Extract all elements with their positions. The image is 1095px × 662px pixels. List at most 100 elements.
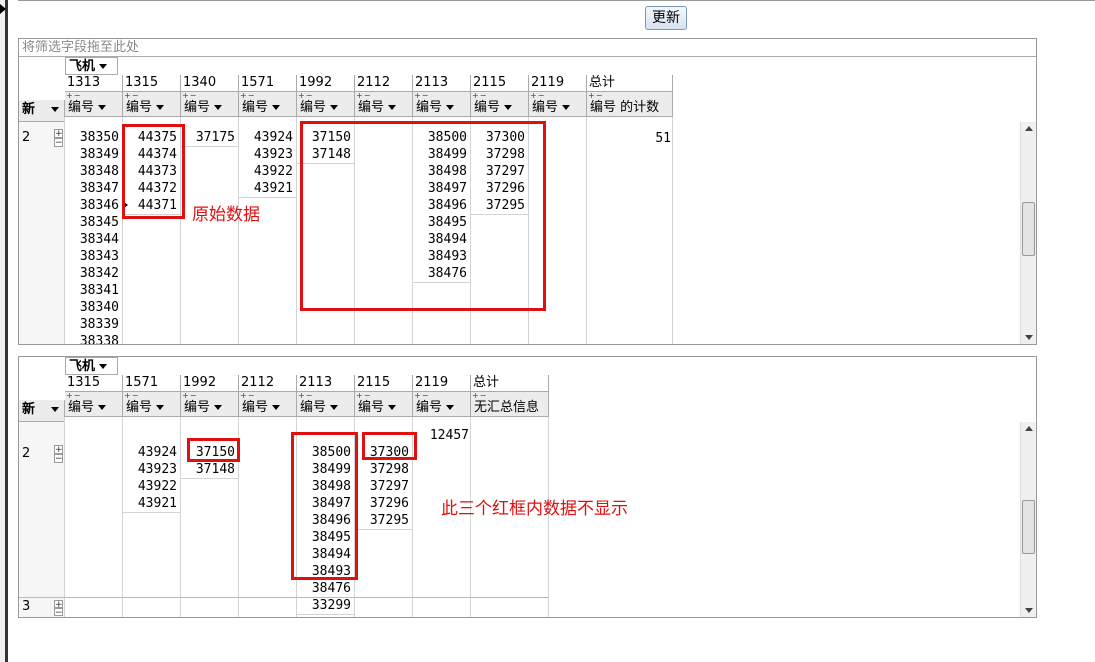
column-value-2113[interactable]: 2113 — [413, 75, 471, 92]
expand-icon[interactable]: + — [54, 129, 63, 139]
scroll-down-icon[interactable] — [1025, 608, 1033, 613]
column-value-2119[interactable]: 2119 — [529, 75, 587, 92]
scroll-thumb[interactable] — [1022, 500, 1035, 554]
cell-value: 38347 — [79, 181, 119, 196]
expand-collapse-icon[interactable]: +− — [297, 92, 354, 100]
data-field-button[interactable]: 编号 — [471, 99, 528, 117]
chevron-down-icon — [272, 105, 281, 110]
data-field-button[interactable]: 编号 — [181, 399, 238, 417]
cell-value: 43924 — [253, 130, 293, 145]
column-header-cell: +− 编号 — [181, 92, 239, 117]
red-highlight-box — [187, 438, 240, 462]
data-field-button[interactable]: 编号 — [65, 99, 122, 117]
column-value-2113[interactable]: 2113 — [297, 375, 355, 392]
column-value-1992[interactable]: 1992 — [297, 75, 355, 92]
column-field-aircraft[interactable]: 飞机 — [65, 357, 118, 375]
data-field-button[interactable]: 编号 — [297, 99, 354, 117]
cell-value: 38338 — [79, 334, 119, 345]
row-header-column — [19, 122, 65, 344]
data-field-label: 编号 — [300, 400, 327, 415]
scroll-down-icon[interactable] — [1025, 335, 1033, 340]
expand-collapse-icon[interactable]: +− — [529, 92, 586, 100]
cell-value: 38341 — [79, 283, 119, 298]
expand-collapse-icon[interactable]: +− — [413, 392, 470, 400]
cell-value: 37297 — [369, 479, 409, 494]
expand-collapse-icon[interactable]: +− — [471, 92, 528, 100]
expand-collapse-icon[interactable]: +− — [181, 92, 238, 100]
expand-collapse-icon[interactable]: +− — [587, 92, 672, 100]
row-field-new[interactable]: 新 — [19, 400, 65, 422]
column-value-1992[interactable]: 1992 — [181, 375, 239, 392]
expand-collapse-icon[interactable]: +− — [355, 392, 412, 400]
filter-drop-zone[interactable]: 将筛选字段拖至此处 — [19, 39, 1036, 57]
expand-collapse-icon[interactable]: +− — [355, 92, 412, 100]
scroll-up-icon[interactable] — [1025, 426, 1033, 431]
collapse-icon[interactable]: − — [54, 138, 63, 148]
vertical-scrollbar[interactable] — [1020, 122, 1036, 344]
cell-group-divider — [181, 146, 238, 147]
data-field-label: 编号 — [358, 400, 385, 415]
column-field-aircraft[interactable]: 飞机 — [65, 57, 118, 75]
expand-collapse-icon[interactable]: +− — [65, 392, 122, 400]
column-value-2112[interactable]: 2112 — [355, 75, 413, 92]
column-value-1571[interactable]: 1571 — [239, 75, 297, 92]
grand-total-header: 总计 — [471, 375, 549, 392]
cell-value: 38342 — [79, 266, 119, 281]
cell-group-divider — [355, 529, 412, 530]
data-field-button[interactable]: 编号 — [529, 99, 586, 117]
data-field-button[interactable]: 编号 — [355, 399, 412, 417]
column-header-cell: +− 编号 — [413, 92, 471, 117]
data-field-label: 编号 — [68, 400, 95, 415]
chevron-down-icon — [388, 405, 397, 410]
column-value-1315[interactable]: 1315 — [123, 75, 181, 92]
column-value-2119[interactable]: 2119 — [413, 375, 471, 392]
expand-icon[interactable]: + — [54, 445, 63, 455]
column-header-cell: +− 编号 — [123, 92, 181, 117]
row-field-new[interactable]: 新 — [19, 100, 65, 122]
column-value-2115[interactable]: 2115 — [471, 75, 529, 92]
expand-collapse-icon[interactable]: +− — [181, 392, 238, 400]
row-field-label: 新 — [22, 102, 36, 117]
expand-collapse-icon[interactable]: +− — [65, 92, 122, 100]
grid-line — [672, 117, 673, 344]
data-field-button[interactable]: 编号 — [355, 99, 412, 117]
data-field-button[interactable]: 编号 — [123, 99, 180, 117]
expand-collapse-icon[interactable]: +− — [413, 92, 470, 100]
data-field-button[interactable]: 编号 — [239, 399, 296, 417]
data-field-button[interactable]: 编号 — [239, 99, 296, 117]
annotation-not-displayed: 此三个红框内数据不显示 — [441, 499, 628, 519]
collapse-icon[interactable]: − — [54, 454, 63, 464]
expand-collapse-icon[interactable]: +− — [123, 392, 180, 400]
data-field-label: 编号 — [126, 100, 153, 115]
expand-collapse-icon[interactable]: +− — [239, 392, 296, 400]
data-field-button[interactable]: 编号 — [181, 99, 238, 117]
expand-collapse-icon[interactable]: +− — [239, 92, 296, 100]
data-field-button[interactable]: 编号 — [413, 399, 470, 417]
column-value-1571[interactable]: 1571 — [123, 375, 181, 392]
cell-value: 38345 — [79, 215, 119, 230]
update-button[interactable]: 更新 — [645, 6, 687, 30]
column-value-2112[interactable]: 2112 — [239, 375, 297, 392]
column-value-1315[interactable]: 1315 — [65, 375, 123, 392]
chevron-down-icon — [51, 107, 60, 112]
column-value-2115[interactable]: 2115 — [355, 375, 413, 392]
chevron-down-icon — [214, 405, 223, 410]
data-field-button[interactable]: 编号 — [413, 99, 470, 117]
column-header-cell: +− 编号 — [355, 392, 413, 417]
data-field-button[interactable]: 编号 — [297, 399, 354, 417]
row-divider — [19, 597, 549, 598]
data-field-button[interactable]: 编号 — [123, 399, 180, 417]
expand-collapse-icon[interactable]: +− — [123, 92, 180, 100]
collapse-icon[interactable]: − — [54, 608, 63, 617]
data-field-button[interactable]: 编号 — [65, 399, 122, 417]
expand-collapse-icon[interactable]: +− — [471, 392, 548, 400]
column-value-1340[interactable]: 1340 — [181, 75, 239, 92]
column-value-1313[interactable]: 1313 — [65, 75, 123, 92]
cell-value: 43922 — [253, 164, 293, 179]
expand-collapse-icon[interactable]: +− — [297, 392, 354, 400]
vertical-scrollbar[interactable] — [1020, 422, 1036, 617]
cell-value: 43923 — [137, 462, 177, 477]
scroll-thumb[interactable] — [1022, 202, 1035, 256]
expand-icon[interactable]: + — [54, 600, 63, 610]
scroll-up-icon[interactable] — [1025, 126, 1033, 131]
